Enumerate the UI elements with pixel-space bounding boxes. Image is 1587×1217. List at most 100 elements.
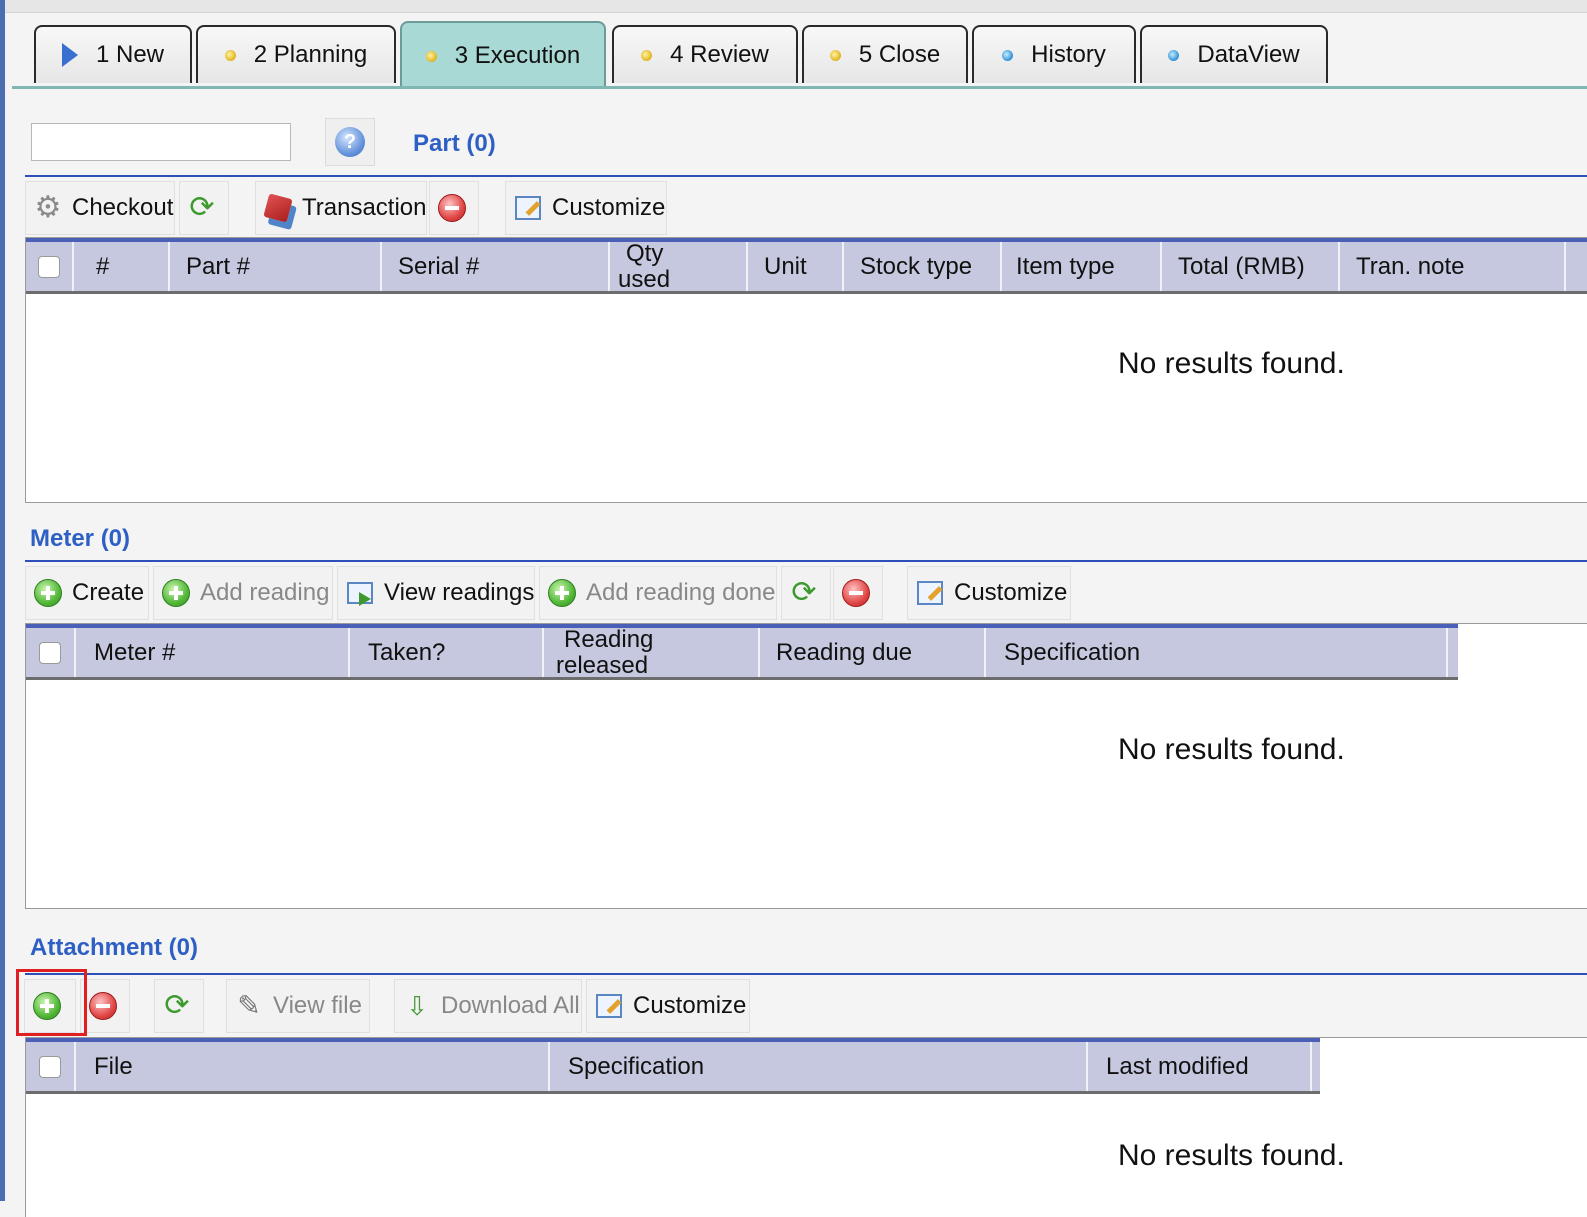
part-delete-button[interactable] bbox=[429, 181, 479, 235]
attachment-grid: File Specification Last modified No resu… bbox=[25, 1037, 1587, 1217]
add-reading-button[interactable]: Add reading bbox=[153, 566, 333, 620]
column-header-reading-released[interactable]: Reading released bbox=[544, 625, 760, 679]
attachment-empty-message: No results found. bbox=[1118, 1139, 1345, 1172]
highlight-box bbox=[16, 969, 87, 1036]
delete-icon bbox=[87, 990, 119, 1022]
tab-planning[interactable]: 2 Planning bbox=[196, 25, 396, 83]
customize-icon bbox=[593, 990, 625, 1022]
paperclip-icon: ✎ bbox=[237, 990, 261, 1021]
select-all-checkbox[interactable] bbox=[38, 255, 60, 278]
customize-icon bbox=[512, 192, 544, 224]
meter-refresh-button[interactable]: ⟳ bbox=[781, 566, 831, 620]
part-refresh-button[interactable]: ⟳ bbox=[179, 181, 229, 235]
meter-delete-button[interactable] bbox=[833, 566, 883, 620]
reading-released-line1: Reading bbox=[564, 625, 654, 653]
tab-baseline bbox=[12, 86, 1587, 89]
select-all-checkbox-cell[interactable] bbox=[26, 628, 76, 677]
tab-new[interactable]: 1 New bbox=[34, 25, 192, 83]
attachment-refresh-button[interactable]: ⟳ bbox=[154, 979, 204, 1033]
view-file-button[interactable]: ✎ View file bbox=[226, 979, 370, 1033]
view-readings-icon bbox=[344, 577, 376, 609]
tab-review[interactable]: 4 Review bbox=[612, 25, 798, 83]
help-icon: ? bbox=[335, 127, 365, 157]
top-strip bbox=[5, 0, 1587, 13]
column-header-specification[interactable]: Specification bbox=[986, 628, 1448, 677]
column-header-reading-due[interactable]: Reading due bbox=[760, 628, 986, 677]
select-all-checkbox-cell[interactable] bbox=[26, 1042, 76, 1091]
help-button[interactable]: ? bbox=[325, 118, 375, 166]
qty-used-line2: used bbox=[618, 265, 671, 293]
add-reading-done-label: Add reading done bbox=[586, 579, 776, 606]
part-section-divider bbox=[25, 175, 1587, 177]
tab-history[interactable]: History bbox=[972, 25, 1136, 83]
add-reading-done-button[interactable]: Add reading done bbox=[539, 566, 777, 620]
meter-grid-header: Meter # Taken? Reading released Reading … bbox=[26, 624, 1458, 680]
gear-icon: ⚙ bbox=[34, 191, 62, 224]
download-icon: ⇩ bbox=[406, 991, 428, 1021]
column-header-stock-type[interactable]: Stock type bbox=[844, 242, 1002, 291]
select-all-checkbox-cell[interactable] bbox=[26, 242, 74, 291]
part-section-title: Part (0) bbox=[413, 130, 496, 157]
column-header-tran-note[interactable]: Tran. note bbox=[1340, 242, 1566, 291]
add-icon bbox=[32, 577, 64, 609]
yellow-dot-icon bbox=[641, 49, 653, 61]
customize-label: Customize bbox=[954, 579, 1068, 606]
view-readings-button[interactable]: View readings bbox=[337, 566, 535, 620]
cube-icon bbox=[262, 192, 294, 224]
tab-label: History bbox=[1031, 41, 1106, 68]
part-grid: # Part # Serial # Qty used Unit Stock ty… bbox=[25, 237, 1587, 503]
search-input[interactable] bbox=[31, 123, 291, 161]
blue-dot-icon bbox=[1168, 49, 1180, 61]
attachment-customize-button[interactable]: Customize bbox=[586, 979, 750, 1033]
yellow-dot-icon bbox=[829, 49, 841, 61]
delete-icon bbox=[840, 577, 872, 609]
attachment-section-divider bbox=[25, 973, 1587, 975]
select-all-checkbox[interactable] bbox=[39, 1055, 61, 1078]
customize-label: Customize bbox=[633, 992, 747, 1019]
customize-icon bbox=[914, 577, 946, 609]
checkout-button[interactable]: ⚙ Checkout bbox=[25, 181, 175, 235]
attachment-delete-button[interactable] bbox=[80, 979, 130, 1033]
meter-grid: Meter # Taken? Reading released Reading … bbox=[25, 623, 1587, 909]
column-header-total[interactable]: Total (RMB) bbox=[1162, 242, 1340, 291]
column-header-qty-used[interactable]: Qty used bbox=[610, 239, 748, 293]
tab-dataview[interactable]: DataView bbox=[1140, 25, 1328, 83]
column-header-specification[interactable]: Specification bbox=[550, 1042, 1088, 1091]
yellow-dot-icon bbox=[224, 49, 236, 61]
refresh-icon: ⟳ bbox=[189, 191, 215, 224]
play-icon bbox=[61, 43, 78, 67]
column-header-file[interactable]: File bbox=[76, 1042, 550, 1091]
tab-execution[interactable]: 3 Execution bbox=[400, 21, 606, 89]
tab-label: 1 New bbox=[95, 41, 165, 68]
part-customize-button[interactable]: Customize bbox=[505, 181, 667, 235]
column-header-taken[interactable]: Taken? bbox=[350, 628, 544, 677]
delete-icon bbox=[436, 192, 468, 224]
column-header-serial-number[interactable]: Serial # bbox=[382, 242, 610, 291]
column-header-item-type[interactable]: Item type bbox=[1002, 242, 1162, 291]
column-header-last-modified[interactable]: Last modified bbox=[1088, 1042, 1312, 1091]
reading-released-line2: released bbox=[556, 651, 649, 679]
yellow-dot-icon bbox=[425, 50, 437, 62]
column-header-part-number[interactable]: Part # bbox=[170, 242, 382, 291]
select-all-checkbox[interactable] bbox=[39, 641, 61, 664]
add-icon bbox=[546, 577, 578, 609]
tab-label: 2 Planning bbox=[253, 41, 368, 68]
tab-label: 4 Review bbox=[670, 41, 769, 68]
create-meter-button[interactable]: Create bbox=[25, 566, 149, 620]
create-label: Create bbox=[72, 579, 145, 606]
transaction-button[interactable]: Transaction bbox=[255, 181, 427, 235]
download-all-button[interactable]: ⇩ Download All bbox=[394, 979, 582, 1033]
column-header-unit[interactable]: Unit bbox=[748, 242, 844, 291]
tab-label: 3 Execution bbox=[454, 42, 581, 69]
column-header-number[interactable]: # bbox=[74, 242, 170, 291]
view-readings-label: View readings bbox=[384, 579, 535, 606]
meter-section-title: Meter (0) bbox=[30, 525, 131, 552]
customize-label: Customize bbox=[552, 194, 666, 221]
meter-customize-button[interactable]: Customize bbox=[907, 566, 1071, 620]
attachment-grid-header: File Specification Last modified bbox=[26, 1038, 1320, 1094]
qty-used-line1: Qty bbox=[626, 239, 664, 267]
refresh-icon: ⟳ bbox=[791, 576, 817, 609]
add-reading-label: Add reading bbox=[200, 579, 330, 606]
column-header-meter-number[interactable]: Meter # bbox=[76, 628, 350, 677]
tab-close[interactable]: 5 Close bbox=[802, 25, 968, 83]
